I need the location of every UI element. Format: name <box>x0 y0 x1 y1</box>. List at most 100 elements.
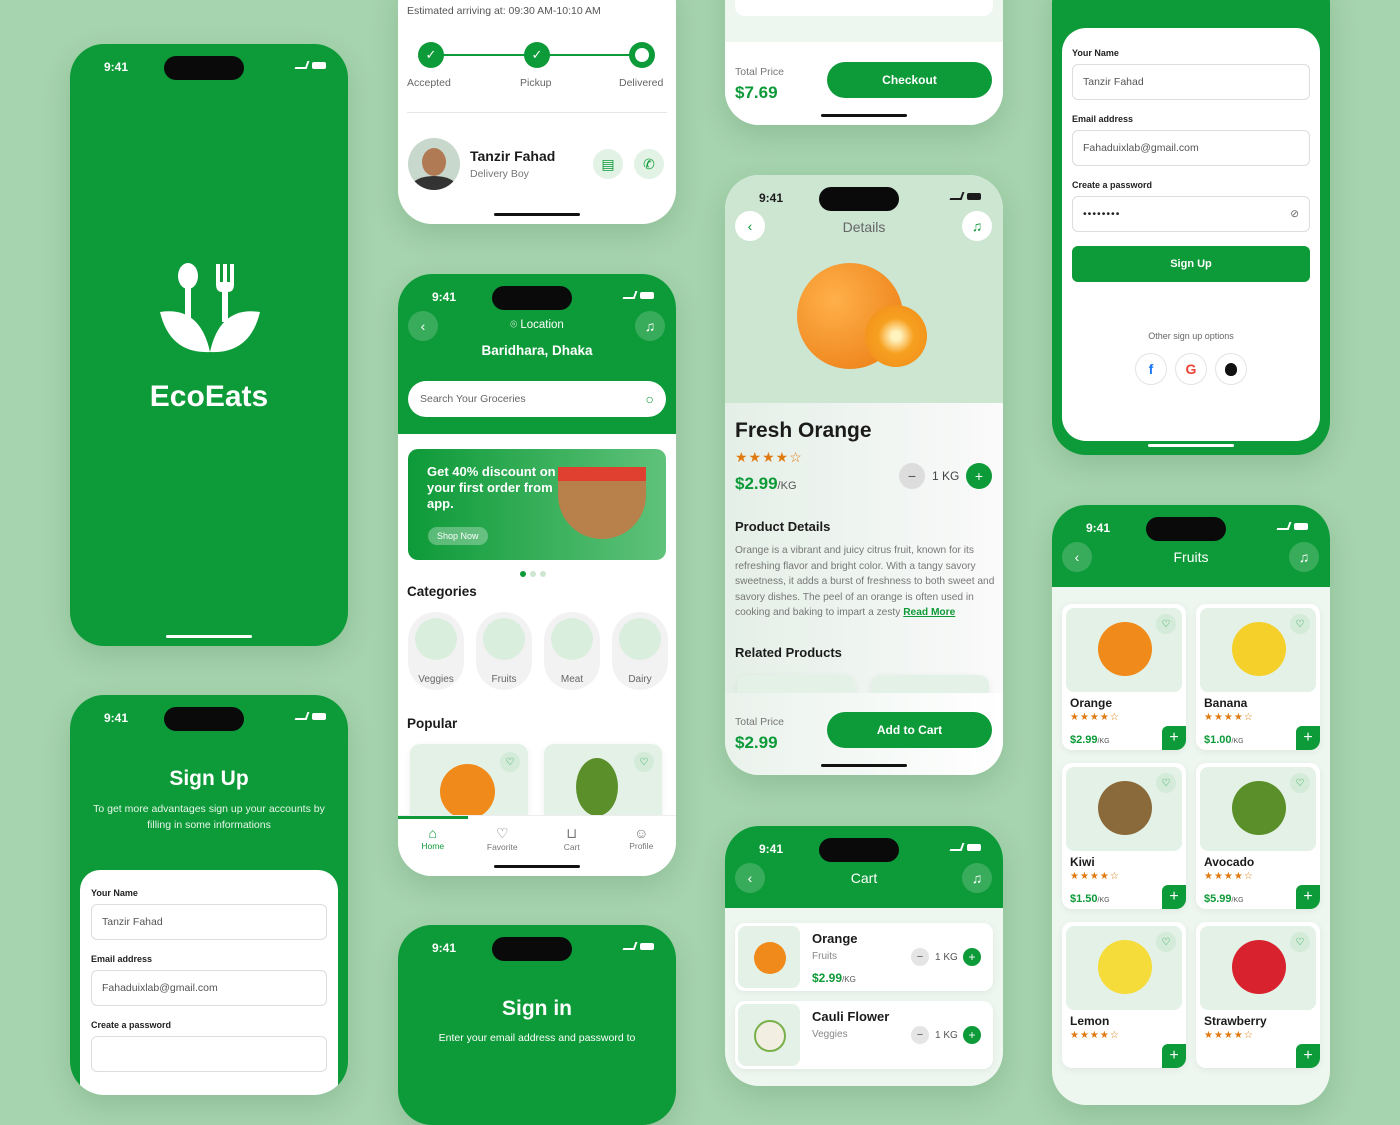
category-fruits[interactable]: Fruits <box>476 612 532 690</box>
rating-stars: ★★★★☆ <box>1204 712 1254 723</box>
cart-item[interactable]: Orange Fruits $2.99/KG − 1 KG + <box>735 923 993 991</box>
fruit-image <box>1098 781 1152 835</box>
step-delivered-icon <box>629 42 655 68</box>
call-button[interactable]: ✆ <box>634 149 664 179</box>
rating-stars: ★★★★☆ <box>1204 871 1254 882</box>
location-value[interactable]: Baridhara, Dhaka <box>398 343 676 358</box>
add-button[interactable]: + <box>1296 1044 1320 1068</box>
decrease-button[interactable]: − <box>899 463 925 489</box>
search-input[interactable]: Search Your Groceries ○ <box>408 381 666 417</box>
leaf-fork-spoon-icon <box>160 263 260 353</box>
cart-item[interactable]: Cauli Flower Veggies − 1 KG + <box>735 1001 993 1069</box>
carousel-dots[interactable] <box>520 571 546 577</box>
signin-screen: 9:41 Sign in Enter your email address an… <box>398 925 676 1125</box>
quantity-value: 1 KG <box>932 469 960 483</box>
fruit-image <box>1098 940 1152 994</box>
fruit-name: Strawberry <box>1204 1014 1267 1028</box>
category-dairy[interactable]: Dairy <box>612 612 668 690</box>
fruit-card[interactable]: ♡ Banana ★★★★☆ $1.00/KG + <box>1196 604 1320 750</box>
add-button[interactable]: + <box>1162 885 1186 909</box>
app-name: EcoEats <box>149 380 269 413</box>
favorite-button[interactable]: ♡ <box>1290 614 1310 634</box>
location-pin-icon: ⌾ <box>510 319 521 331</box>
email-input[interactable]: Fahaduixlab@gmail.com <box>1072 130 1310 166</box>
fruit-card[interactable]: ♡ Avocado ★★★★☆ $5.99/KG + <box>1196 763 1320 909</box>
signup-subtitle: To get more advantages sign up your acco… <box>93 803 325 831</box>
checkout-button[interactable]: Checkout <box>827 62 992 98</box>
password-input[interactable]: •••••••• ⊘ <box>1072 196 1310 232</box>
fruit-image <box>1232 622 1286 676</box>
rating-stars: ★★★★☆ <box>735 449 803 465</box>
product-name: Fresh Orange <box>735 419 872 442</box>
add-button[interactable]: + <box>1296 726 1320 750</box>
decrease-button[interactable]: − <box>911 1026 929 1044</box>
increase-button[interactable]: + <box>963 948 981 966</box>
shop-now-button[interactable]: Shop Now <box>428 527 488 545</box>
favorite-button[interactable]: ♡ <box>1156 614 1176 634</box>
home-screen: 9:41 ‹ ♫ ⌾ Location Baridhara, Dhaka Sea… <box>398 274 676 876</box>
avatar <box>408 138 460 190</box>
rating-stars: ★★★★☆ <box>1070 1030 1120 1041</box>
google-button[interactable]: G <box>1175 353 1207 385</box>
apple-icon <box>1225 362 1237 376</box>
cart-screen: 9:41 ‹ ♫ Cart Orange Fruits $2.99/KG − 1… <box>725 826 1003 1086</box>
tracking-screen: Estimated arriving at: 09:30 AM-10:10 AM… <box>398 0 676 224</box>
search-icon[interactable]: ○ <box>646 391 654 407</box>
fruit-name: Lemon <box>1070 1014 1110 1028</box>
add-button[interactable]: + <box>1162 1044 1186 1068</box>
fruit-name: Banana <box>1204 696 1248 710</box>
fruit-name: Orange <box>1070 696 1113 710</box>
step-accepted-icon: ✓ <box>418 42 444 68</box>
sign-up-button[interactable]: Sign Up <box>1072 246 1310 282</box>
password-input[interactable] <box>91 1036 327 1072</box>
profile-icon: ☺ <box>634 825 649 841</box>
rating-stars: ★★★★☆ <box>1204 1030 1254 1041</box>
nav-home[interactable]: ⌂ Home <box>398 816 468 876</box>
step-pickup-icon: ✓ <box>524 42 550 68</box>
popular-item[interactable]: ♡ <box>544 744 662 824</box>
increase-button[interactable]: + <box>966 463 992 489</box>
home-icon: ⌂ <box>428 825 437 841</box>
name-input[interactable]: Tanzir Fahad <box>91 904 327 940</box>
decrease-button[interactable]: − <box>911 948 929 966</box>
fruit-image <box>1232 781 1286 835</box>
email-input[interactable]: Fahaduixlab@gmail.com <box>91 970 327 1006</box>
nav-profile[interactable]: ☺ Profile <box>607 816 677 876</box>
fruit-card[interactable]: ♡ Lemon ★★★★☆ + <box>1062 922 1186 1068</box>
eye-off-icon[interactable]: ⊘ <box>1290 208 1299 220</box>
status-bar: 9:41 <box>70 56 348 80</box>
basket-image <box>558 467 646 539</box>
fruits-screen: 9:41 ‹ ♫ Fruits ♡ Orange ★★★★☆ $2.99/KG … <box>1052 505 1330 1105</box>
category-veggies[interactable]: Veggies <box>408 612 464 690</box>
fruit-card[interactable]: ♡ Kiwi ★★★★☆ $1.50/KG + <box>1062 763 1186 909</box>
increase-button[interactable]: + <box>963 1026 981 1044</box>
splash-screen: 9:41 EcoEats <box>70 44 348 646</box>
popular-item[interactable]: ♡ <box>410 744 528 824</box>
apple-button[interactable] <box>1215 353 1247 385</box>
signup-title: Sign Up <box>169 767 249 790</box>
favorite-button[interactable]: ♡ <box>1156 932 1176 952</box>
heart-icon: ♡ <box>495 825 509 841</box>
favorite-button[interactable]: ♡ <box>1156 773 1176 793</box>
rating-stars: ★★★★☆ <box>1070 871 1120 882</box>
favorite-button[interactable]: ♡ <box>1290 932 1310 952</box>
fruit-card[interactable]: ♡ Orange ★★★★☆ $2.99/KG + <box>1062 604 1186 750</box>
cart-icon: ⊔ <box>566 825 578 841</box>
rating-stars: ★★★★☆ <box>1070 712 1120 723</box>
checkout-screen: Total Price $7.69 Checkout <box>725 0 1003 125</box>
fruit-name: Kiwi <box>1070 855 1095 869</box>
fruit-card[interactable]: ♡ Strawberry ★★★★☆ + <box>1196 922 1320 1068</box>
promo-banner[interactable]: Get 40% discount on your first order fro… <box>408 449 666 560</box>
category-meat[interactable]: Meat <box>544 612 600 690</box>
favorite-button[interactable]: ♡ <box>1290 773 1310 793</box>
chat-button[interactable]: ▤ <box>593 149 623 179</box>
read-more-link[interactable]: Read More <box>903 607 955 618</box>
add-to-cart-button[interactable]: Add to Cart <box>827 712 992 748</box>
signup-screen: 9:41 Sign Up To get more advantages sign… <box>70 695 348 1095</box>
add-button[interactable]: + <box>1162 726 1186 750</box>
name-input[interactable]: Tanzir Fahad <box>1072 64 1310 100</box>
add-button[interactable]: + <box>1296 885 1320 909</box>
driver-name: Tanzir Fahad <box>470 148 556 164</box>
product-description: Orange is a vibrant and juicy citrus fru… <box>735 545 995 618</box>
facebook-button[interactable]: f <box>1135 353 1167 385</box>
